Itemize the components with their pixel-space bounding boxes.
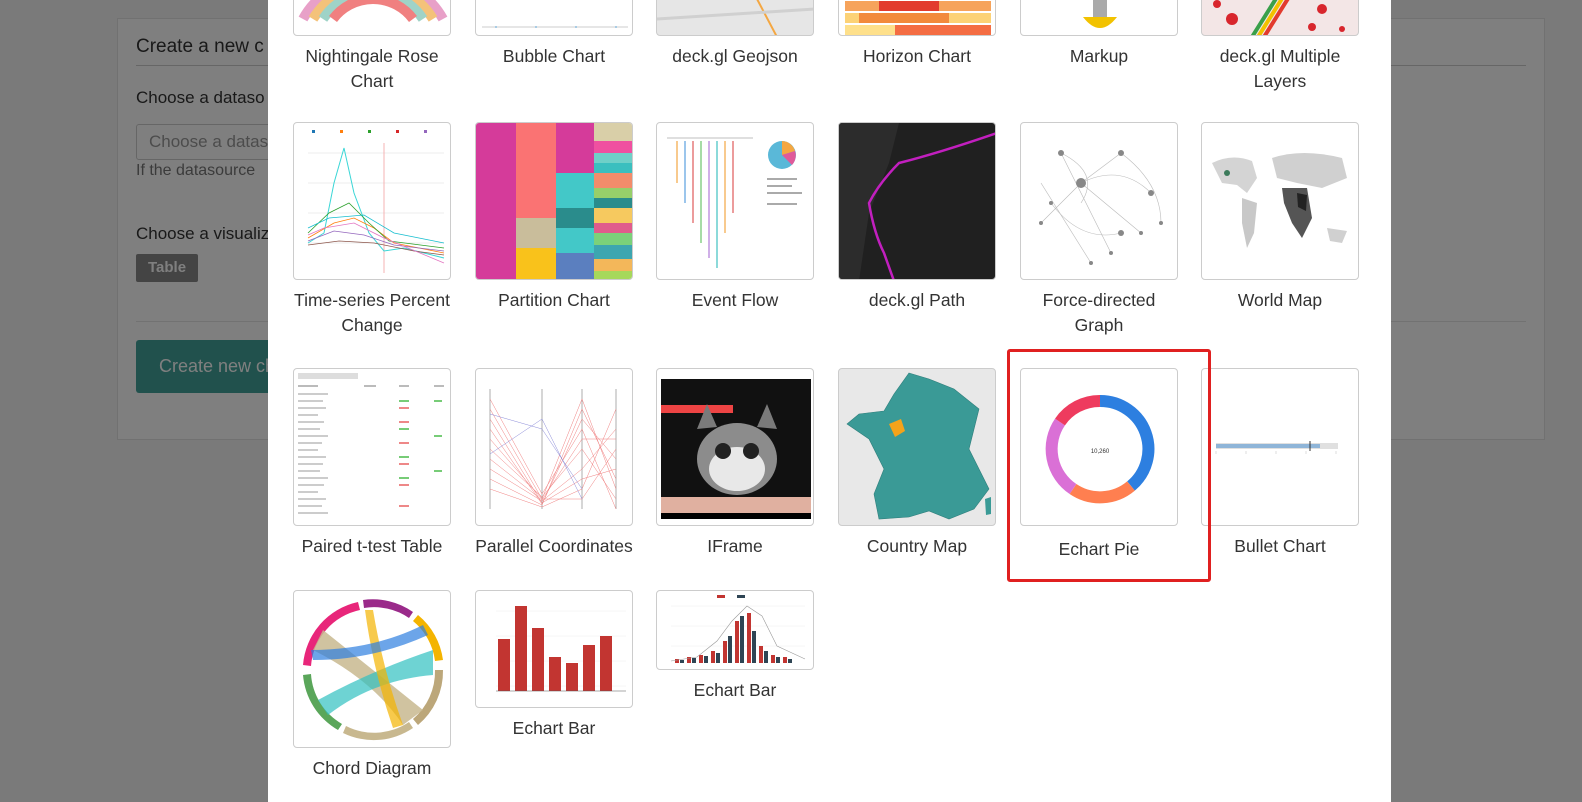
viz-thumb-force (1020, 122, 1178, 280)
viz-thumb-bubble (475, 0, 633, 36)
viz-thumb-nightingale (293, 0, 451, 36)
viz-thumb-eventflow (656, 122, 814, 280)
viz-thumb-worldmap (1201, 122, 1359, 280)
viz-label: Paired t-test Table (301, 536, 443, 556)
viz-tile-geojson[interactable]: deck.gl Geojson (656, 0, 814, 69)
viz-thumb-chord (293, 590, 451, 748)
viz-label: Country Map (866, 536, 968, 556)
viz-label: deck.gl Path (868, 290, 966, 310)
viz-tile-partition[interactable]: Partition Chart (475, 122, 633, 313)
viz-label: Event Flow (691, 290, 779, 310)
viz-tile-chord[interactable]: Chord Diagram (293, 590, 451, 781)
viz-label: Time-series Percent Change (294, 290, 450, 335)
viz-label: Echart Pie (1058, 539, 1140, 559)
viz-tile-horizon[interactable]: Horizon Chart (838, 0, 996, 69)
viz-tile-bullet[interactable]: Bullet Chart (1201, 368, 1359, 559)
viz-tile-markup[interactable]: Markup (1020, 0, 1178, 69)
viz-thumb-horizon (838, 0, 996, 36)
viz-thumb-iframe (656, 368, 814, 526)
viz-label: deck.gl Multiple Layers (1219, 46, 1341, 91)
viz-thumb-timeseries (293, 122, 451, 280)
viz-label: Bullet Chart (1234, 536, 1326, 556)
viz-label: Force-directed Graph (1042, 290, 1156, 335)
viz-tile-parallel[interactable]: Parallel Coordinates (475, 368, 633, 559)
viz-thumb-echart-bar-2 (656, 590, 814, 670)
viz-thumb-parallel (475, 368, 633, 526)
viz-label: Chord Diagram (312, 758, 432, 778)
viz-thumb-path (838, 122, 996, 280)
viz-label: deck.gl Geojson (672, 46, 798, 66)
viz-label: Markup (1069, 46, 1129, 66)
viz-thumb-partition (475, 122, 633, 280)
viz-tile-force[interactable]: Force-directed Graph (1020, 122, 1178, 338)
viz-tile-bubble[interactable]: Bubble Chart (475, 0, 633, 69)
viz-type-modal: Nightingale Rose Chart Bubble Chart deck… (268, 0, 1391, 802)
viz-tile-ttest[interactable]: Paired t-test Table (293, 368, 451, 559)
viz-thumb-echart-pie: 10,260 (1020, 368, 1178, 526)
viz-tile-path[interactable]: deck.gl Path (838, 122, 996, 313)
viz-tile-country[interactable]: Country Map (838, 368, 996, 559)
viz-thumb-multilayer (1201, 0, 1359, 36)
viz-thumb-bullet (1201, 368, 1359, 526)
viz-label: Horizon Chart (863, 46, 971, 66)
viz-tile-echart-pie[interactable]: 10,260 Echart Pie (1020, 368, 1178, 562)
viz-tile-eventflow[interactable]: Event Flow (656, 122, 814, 313)
viz-tile-timeseries[interactable]: Time-series Percent Change (293, 122, 451, 338)
viz-thumb-echart-bar-1 (475, 590, 633, 708)
pie-center-value: 10,260 (1091, 449, 1110, 455)
viz-thumb-geojson (656, 0, 814, 36)
viz-thumb-markup (1020, 0, 1178, 36)
viz-tile-worldmap[interactable]: World Map (1201, 122, 1359, 313)
viz-label: Parallel Coordinates (475, 536, 633, 556)
viz-label: Echart Bar (693, 680, 777, 700)
viz-label: IFrame (707, 536, 763, 556)
viz-thumb-ttest (293, 368, 451, 526)
viz-tile-echart-bar-2[interactable]: Echart Bar (656, 590, 814, 703)
viz-label: Echart Bar (512, 718, 596, 738)
viz-tile-echart-bar-1[interactable]: Echart Bar (475, 590, 633, 741)
viz-label: Partition Chart (498, 290, 610, 310)
viz-thumb-country (838, 368, 996, 526)
viz-label: World Map (1237, 290, 1323, 310)
viz-label: Nightingale Rose Chart (305, 46, 439, 91)
viz-tile-multilayer[interactable]: deck.gl Multiple Layers (1201, 0, 1359, 94)
viz-label: Bubble Chart (502, 46, 606, 66)
viz-tile-iframe[interactable]: IFrame (656, 368, 814, 559)
viz-tile-nightingale[interactable]: Nightingale Rose Chart (293, 0, 451, 94)
